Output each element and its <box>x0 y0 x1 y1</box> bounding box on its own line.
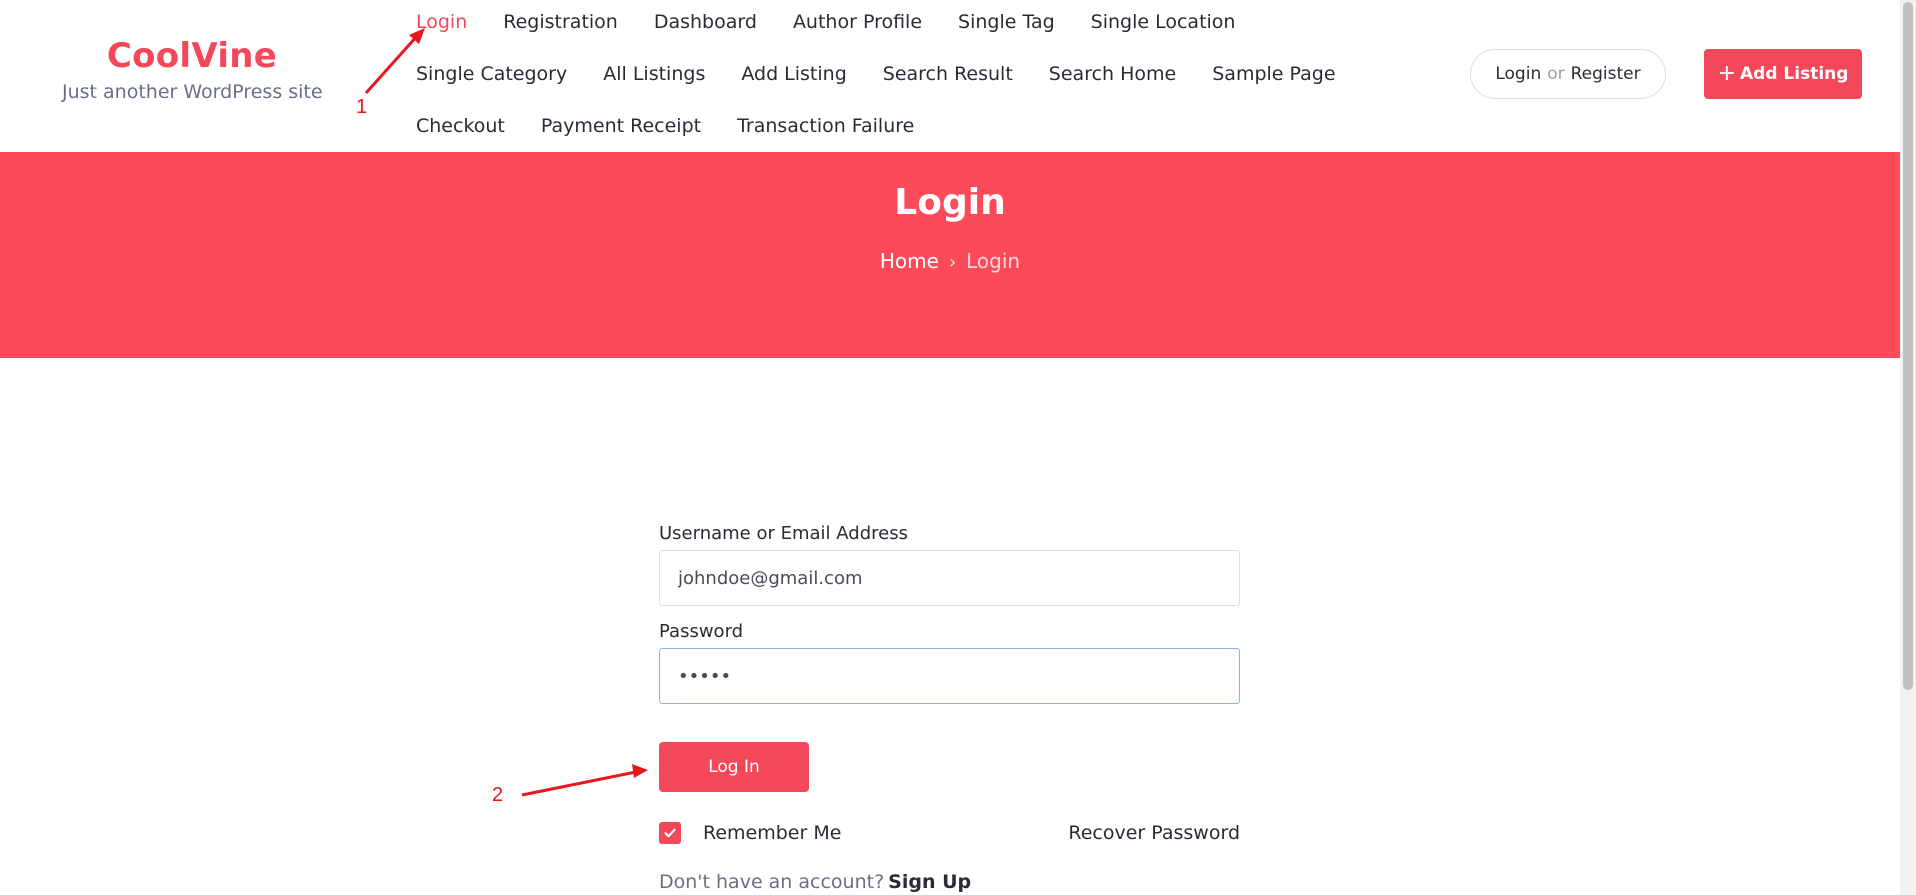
page-banner: Login Home › Login <box>0 152 1900 358</box>
scrollbar-thumb[interactable] <box>1903 2 1913 690</box>
nav-item-sample-page[interactable]: Sample Page <box>1212 52 1335 96</box>
chevron-right-icon: › <box>948 252 957 273</box>
add-listing-button[interactable]: + Add Listing <box>1704 49 1862 99</box>
brand: CoolVine Just another WordPress site <box>62 34 323 104</box>
username-label: Username or Email Address <box>659 523 908 544</box>
site-title[interactable]: CoolVine <box>62 34 322 78</box>
breadcrumb-current: Login <box>966 249 1021 273</box>
annotation-step-1: 1 <box>356 96 368 118</box>
nav-item-payment-receipt[interactable]: Payment Receipt <box>541 104 701 148</box>
site-tagline: Just another WordPress site <box>62 81 323 103</box>
header-login-link[interactable]: Login <box>1495 64 1541 84</box>
auth-links: Login or Register <box>1470 49 1666 99</box>
nav-item-search-home[interactable]: Search Home <box>1049 52 1176 96</box>
remember-me-label: Remember Me <box>703 822 842 844</box>
nav-row-3: Checkout Payment Receipt Transaction Failu… <box>396 104 930 148</box>
nav-item-single-location[interactable]: Single Location <box>1091 0 1236 44</box>
nav-item-single-category[interactable]: Single Category <box>416 52 567 96</box>
remember-me-checkbox[interactable] <box>659 822 681 844</box>
login-form: Username or Email Address Password Log I… <box>659 518 1240 893</box>
remember-me: Remember Me <box>659 818 841 848</box>
username-input[interactable] <box>659 550 1240 606</box>
plus-icon: + <box>1717 61 1736 86</box>
nav-item-single-tag[interactable]: Single Tag <box>958 0 1055 44</box>
breadcrumb: Home › Login <box>0 246 1900 278</box>
header-register-link[interactable]: Register <box>1571 64 1641 84</box>
signup-line: Don't have an account? Sign Up <box>659 867 971 895</box>
add-listing-label: Add Listing <box>1740 64 1849 84</box>
nav-item-registration[interactable]: Registration <box>503 0 618 44</box>
nav-row-1: Login Registration Dashboard Author Profile… <box>396 0 1251 44</box>
password-label: Password <box>659 621 744 642</box>
nav-item-dashboard[interactable]: Dashboard <box>654 0 757 44</box>
nav-item-search-result[interactable]: Search Result <box>883 52 1013 96</box>
breadcrumb-home[interactable]: Home <box>880 249 939 273</box>
nav-item-all-listings[interactable]: All Listings <box>603 52 705 96</box>
nav-item-author-profile[interactable]: Author Profile <box>793 0 922 44</box>
password-input[interactable] <box>659 648 1240 704</box>
recover-password-link[interactable]: Recover Password <box>1068 818 1240 848</box>
signup-prompt: Don't have an account? <box>659 871 885 893</box>
login-submit-button[interactable]: Log In <box>659 742 809 792</box>
annotation-step-2: 2 <box>492 784 504 806</box>
check-icon <box>664 828 676 838</box>
nav-item-login[interactable]: Login <box>416 0 467 44</box>
nav-item-add-listing[interactable]: Add Listing <box>741 52 846 96</box>
annotation-arrow-2 <box>521 770 637 797</box>
nav-item-transaction-failure[interactable]: Transaction Failure <box>737 104 914 148</box>
page-title: Login <box>894 182 1006 223</box>
annotation-arrowhead-2 <box>632 764 648 778</box>
nav-row-2: Single Category All Listings Add Listing Se… <box>396 52 1352 96</box>
page-scrollbar[interactable] <box>1900 0 1916 895</box>
signup-link[interactable]: Sign Up <box>888 871 971 893</box>
auth-or-text: or <box>1547 64 1565 84</box>
site-header: CoolVine Just another WordPress site Log… <box>0 0 1900 152</box>
nav-item-checkout[interactable]: Checkout <box>416 104 505 148</box>
